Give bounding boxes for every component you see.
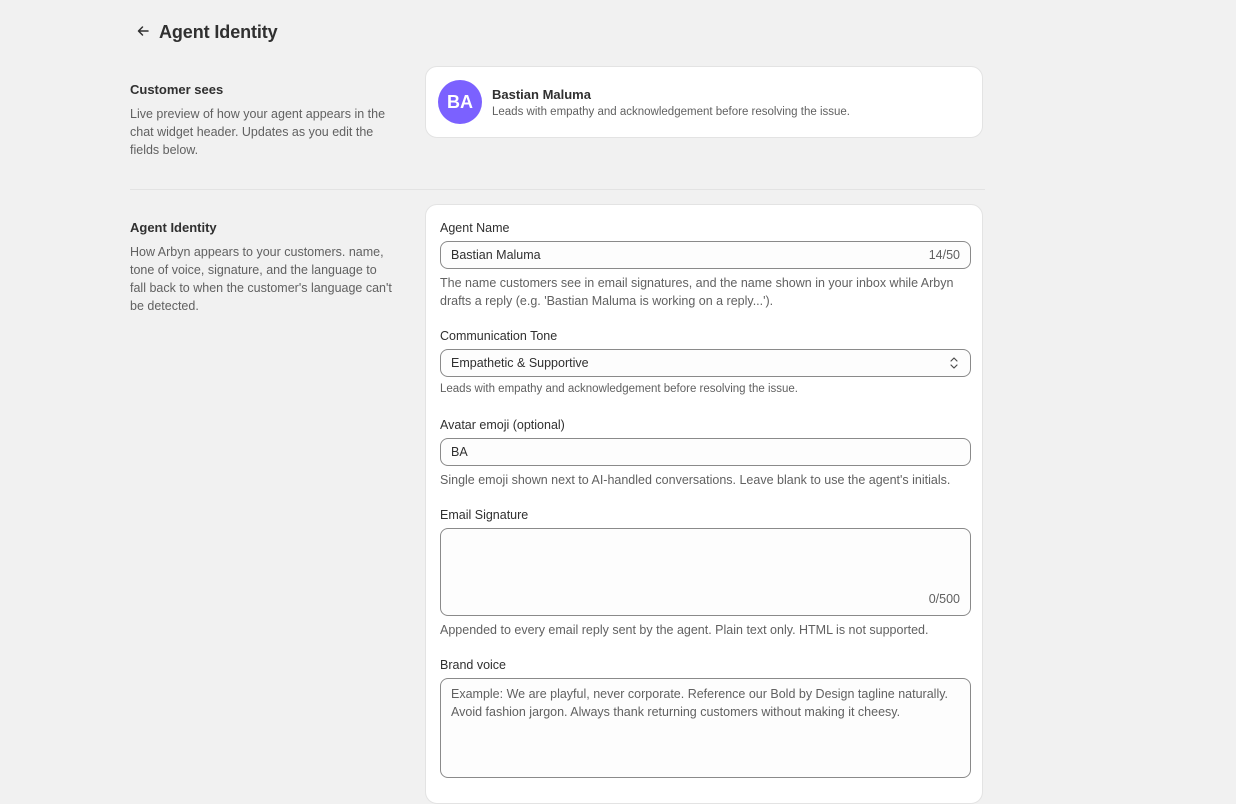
brand-voice-label: Brand voice bbox=[440, 658, 507, 672]
agent-name-help: The name customers see in email signatur… bbox=[440, 276, 954, 308]
agent-name-value: Bastian Maluma bbox=[451, 248, 541, 262]
avatar-emoji-value: BA bbox=[451, 445, 468, 459]
email-signature-field: Email Signature 0/500 Appended to every … bbox=[440, 508, 971, 639]
arrow-left-icon bbox=[136, 24, 150, 41]
communication-tone-select[interactable]: Empathetic & Supportive bbox=[440, 349, 971, 377]
avatar-emoji-help: Single emoji shown next to AI-handled co… bbox=[440, 473, 951, 487]
agent-preview-card: BA Bastian Maluma Leads with empathy and… bbox=[425, 66, 983, 138]
identity-section-heading: Agent Identity bbox=[130, 220, 217, 235]
agent-identity-page: Agent Identity Customer sees Live previe… bbox=[130, 0, 985, 804]
avatar-emoji-input[interactable]: BA bbox=[440, 438, 971, 466]
agent-name-label: Agent Name bbox=[440, 221, 510, 235]
brand-voice-textarea[interactable]: Example: We are playful, never corporate… bbox=[440, 678, 971, 778]
back-button[interactable] bbox=[130, 19, 156, 45]
communication-tone-label: Communication Tone bbox=[440, 329, 558, 343]
avatar: BA bbox=[438, 80, 482, 124]
email-signature-help: Appended to every email reply sent by th… bbox=[440, 623, 929, 637]
communication-tone-value: Empathetic & Supportive bbox=[451, 356, 589, 370]
preview-tone-summary: Leads with empathy and acknowledgement b… bbox=[492, 105, 850, 118]
preview-section-heading: Customer sees bbox=[130, 82, 224, 97]
communication-tone-field: Communication Tone Empathetic & Supporti… bbox=[440, 329, 971, 395]
section-divider bbox=[130, 189, 985, 190]
identity-section-description: How Arbyn appears to your customers. nam… bbox=[130, 245, 392, 313]
brand-voice-field: Brand voice Example: We are playful, nev… bbox=[440, 658, 971, 778]
identity-section-info: Agent Identity How Arbyn appears to your… bbox=[130, 220, 395, 315]
preview-text: Bastian Maluma Leads with empathy and ac… bbox=[492, 87, 850, 118]
agent-name-input[interactable]: Bastian Maluma 14/50 bbox=[440, 241, 971, 269]
brand-voice-placeholder: Example: We are playful, never corporate… bbox=[451, 687, 949, 719]
agent-name-field: Agent Name Bastian Maluma 14/50 The name… bbox=[440, 221, 971, 310]
communication-tone-help: Leads with empathy and acknowledgement b… bbox=[440, 383, 798, 395]
select-chevrons-icon bbox=[948, 356, 960, 370]
email-signature-textarea[interactable]: 0/500 bbox=[440, 528, 971, 616]
identity-form-card: Agent Name Bastian Maluma 14/50 The name… bbox=[425, 204, 983, 804]
agent-name-counter: 14/50 bbox=[928, 248, 960, 262]
preview-section-description: Live preview of how your agent appears i… bbox=[130, 107, 386, 157]
email-signature-counter: 0/500 bbox=[928, 592, 960, 606]
email-signature-label: Email Signature bbox=[440, 508, 529, 522]
preview-agent-name: Bastian Maluma bbox=[492, 86, 591, 102]
page-header: Agent Identity bbox=[130, 18, 278, 46]
page-title: Agent Identity bbox=[159, 21, 278, 42]
avatar-emoji-field: Avatar emoji (optional) BA Single emoji … bbox=[440, 418, 971, 489]
avatar-emoji-label: Avatar emoji (optional) bbox=[440, 418, 565, 432]
preview-section-info: Customer sees Live preview of how your a… bbox=[130, 82, 395, 159]
